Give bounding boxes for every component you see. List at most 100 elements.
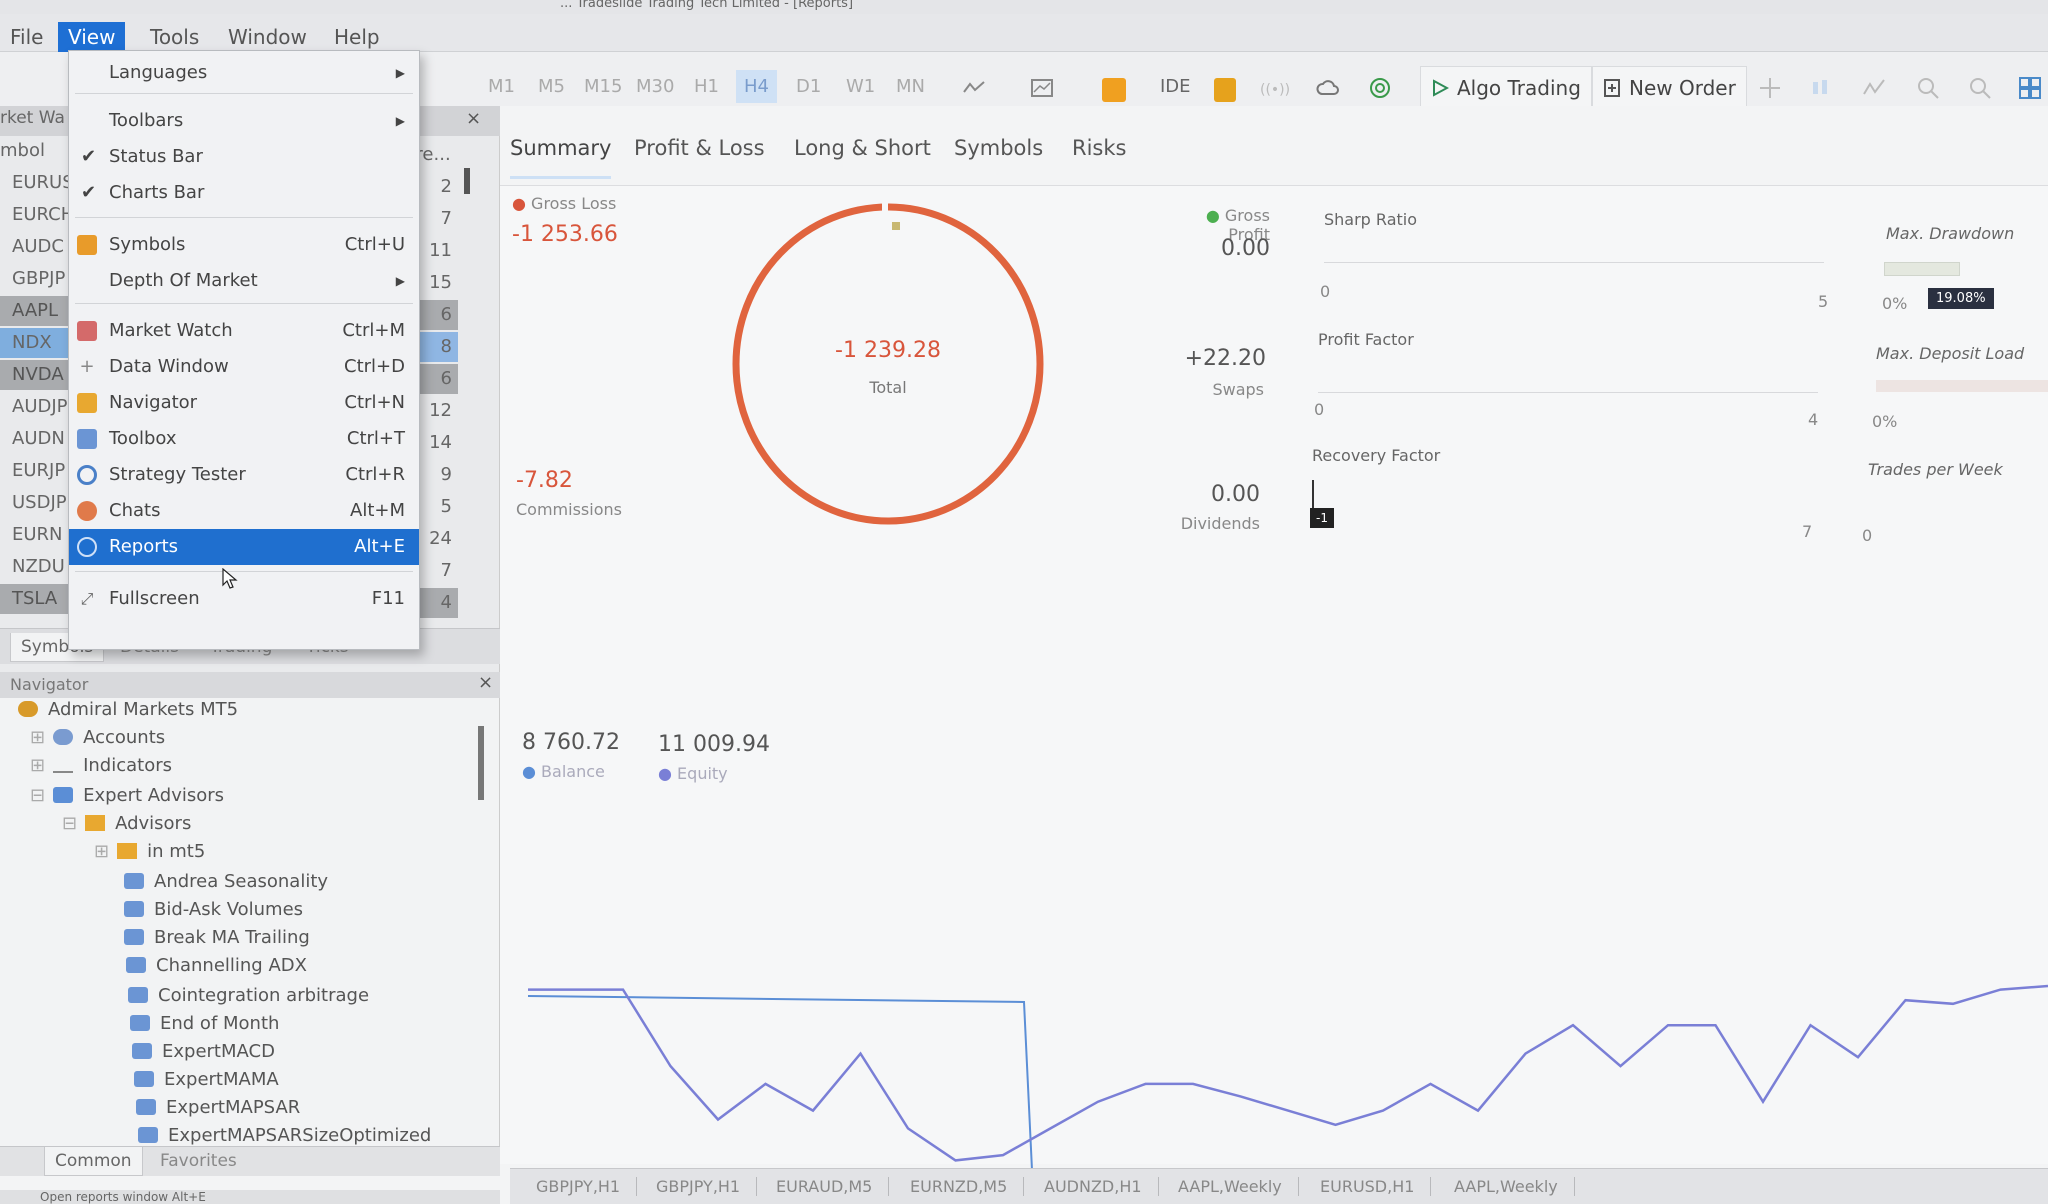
tree-root-label: Admiral Markets MT5 [48,699,239,720]
tree-expert-item[interactable]: End of Month [130,1010,279,1038]
tree-expert-item[interactable]: Bid-Ask Volumes [124,896,303,924]
indicators-icon [53,757,74,773]
tree-indicators[interactable]: ⊞ Indicators [30,752,172,780]
vps-icon[interactable] [1368,76,1392,100]
menu-item-depth-of-market[interactable]: Depth Of Market ▶ [69,263,419,299]
menu-item-label: Navigator [109,392,198,413]
menu-item-reports[interactable]: Reports Alt+E [69,529,419,565]
collapse-icon[interactable]: ⊟ [62,813,77,834]
tree-in-mt5[interactable]: ⊞ in mt5 [94,838,205,866]
tree-expert-item[interactable]: ExpertMACD [132,1038,275,1066]
cloud-icon[interactable] [1316,76,1340,100]
menu-item-market-watch[interactable]: Market Watch Ctrl+M [69,313,419,349]
tree-expert-item[interactable]: Cointegration arbitrage [128,982,369,1010]
tree-advisors[interactable]: ⊟ Advisors [62,810,191,838]
dollar-icon[interactable] [1102,78,1126,102]
tree-expert-item[interactable]: ExpertMAPSAR [136,1094,300,1122]
tf-mn[interactable]: MN [896,76,925,97]
candles-icon[interactable] [1808,76,1832,100]
menu-item-languages[interactable]: Languages ▶ [69,55,419,91]
swaps-label: Swaps [1212,380,1264,399]
expand-icon[interactable]: ⊞ [94,841,109,862]
menu-item-fullscreen[interactable]: ⤢ Fullscreen F11 [69,581,419,617]
tab-favorites[interactable]: Favorites [150,1147,247,1175]
menu-tools[interactable]: Tools [140,22,209,52]
equity-label-text: Equity [677,764,728,783]
chart-tab[interactable]: GBPJPY,H1 [520,1177,638,1196]
tree-accounts[interactable]: ⊞ Accounts [30,724,165,752]
gross-profit-value: 0.00 [1221,236,1270,261]
menu-item-charts-bar[interactable]: ✔ Charts Bar [69,175,419,211]
market-bag-icon[interactable] [1214,78,1236,102]
menu-item-toolbox[interactable]: Toolbox Ctrl+T [69,421,419,457]
crosshair-icon[interactable] [1758,76,1782,100]
expert-icon [53,787,74,803]
close-icon[interactable]: × [478,672,493,693]
close-icon[interactable]: × [466,108,481,129]
navigator-tabs: Common Favorites [0,1146,500,1176]
ide-button[interactable]: IDE [1160,76,1191,97]
chats-icon [77,501,97,521]
algo-trading-button[interactable]: Algo Trading [1420,66,1592,110]
zoom-in-icon[interactable] [1916,76,1940,100]
total-donut-chart [732,202,1044,525]
tree-expert-advisors[interactable]: ⊟ Expert Advisors [30,782,224,810]
tab-symbols-report[interactable]: Symbols [954,136,1043,160]
new-order-button[interactable]: New Order [1592,66,1747,110]
tf-w1[interactable]: W1 [846,76,875,97]
tf-h1[interactable]: H1 [694,76,719,97]
scrollbar-thumb[interactable] [464,168,470,194]
collapse-icon[interactable]: ⊟ [30,785,45,806]
chart-tab[interactable]: AAPL,Weekly [1438,1177,1575,1196]
tf-m30[interactable]: M30 [636,76,674,97]
tree-root[interactable]: Admiral Markets MT5 [18,696,238,724]
grid-icon[interactable] [2018,76,2042,100]
tree-expert-item[interactable]: ExpertMAMA [134,1066,279,1094]
zoom-out-icon[interactable] [1968,76,1992,100]
col-symbol[interactable]: mbol [0,140,45,161]
tab-long-short[interactable]: Long & Short [794,136,931,160]
menu-view[interactable]: View [58,22,126,52]
tf-m5[interactable]: M5 [538,76,565,97]
menu-item-symbols[interactable]: Symbols Ctrl+U [69,227,419,263]
expand-icon[interactable]: ⊞ [30,755,45,776]
expand-icon[interactable]: ⊞ [30,727,45,748]
tab-risks[interactable]: Risks [1072,136,1126,160]
menu-item-data-window[interactable]: + Data Window Ctrl+D [69,349,419,385]
tf-m15[interactable]: M15 [584,76,622,97]
chart-tab[interactable]: AUDNZD,H1 [1028,1177,1159,1196]
tree-indicators-label: Indicators [83,755,173,776]
signal-icon[interactable]: ((•)) [1260,82,1290,98]
chart-line-icon[interactable] [962,76,986,100]
chart-tab[interactable]: GBPJPY,H1 [640,1177,758,1196]
menu-item-toolbars[interactable]: Toolbars ▶ [69,103,419,139]
menu-help[interactable]: Help [324,22,390,52]
menu-item-chats[interactable]: Chats Alt+M [69,493,419,529]
menu-item-navigator[interactable]: Navigator Ctrl+N [69,385,419,421]
tab-profit-loss[interactable]: Profit & Loss [634,136,765,160]
chart-tab[interactable]: EURNZD,M5 [894,1177,1025,1196]
tf-m1[interactable]: M1 [488,76,515,97]
navigator-scrollbar[interactable] [478,726,484,800]
tab-summary[interactable]: Summary [510,136,612,179]
reports-tabs: Summary Profit & Loss Long & Short Symbo… [500,106,2048,186]
tf-d1[interactable]: D1 [796,76,821,97]
menu-window[interactable]: Window [218,22,317,52]
menu-item-strategy-tester[interactable]: Strategy Tester Ctrl+R [69,457,419,493]
line-chart-icon[interactable] [1862,76,1886,100]
chart-tab[interactable]: EURUSD,H1 [1304,1177,1432,1196]
tf-h4[interactable]: H4 [736,70,777,103]
deposit-load-bar [1876,380,2048,392]
tree-expert-item[interactable]: Break MA Trailing [124,924,310,952]
menu-file[interactable]: File [0,22,53,52]
crosshair-icon: + [79,356,95,377]
balance-label: ● Balance [522,762,605,781]
chart-template-icon[interactable] [1030,76,1054,100]
commissions-label: Commissions [516,500,622,519]
tree-expert-item[interactable]: Channelling ADX [126,952,307,980]
tab-common[interactable]: Common [44,1147,143,1176]
chart-tab[interactable]: AAPL,Weekly [1162,1177,1299,1196]
chart-tab[interactable]: EURAUD,M5 [760,1177,890,1196]
tree-expert-item[interactable]: Andrea Seasonality [124,868,328,896]
menu-item-status-bar[interactable]: ✔ Status Bar [69,139,419,175]
